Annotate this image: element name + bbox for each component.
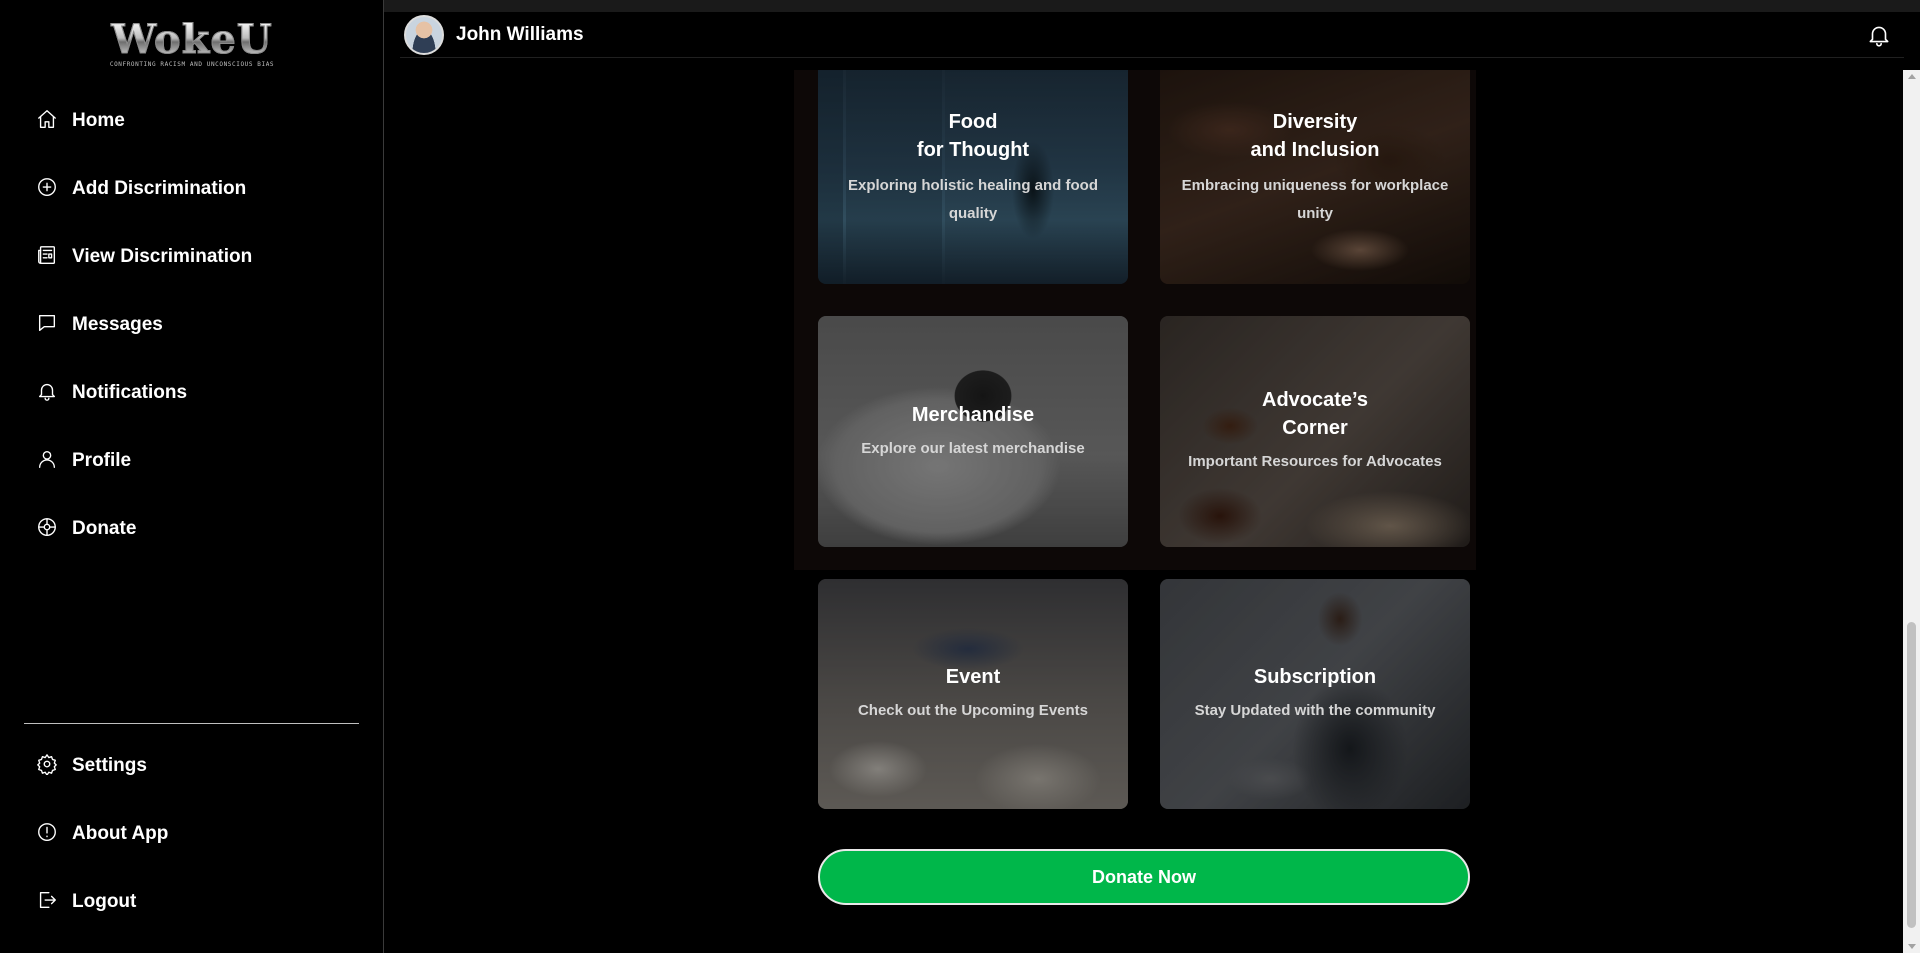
header-bar <box>400 12 1904 58</box>
scrollbar[interactable] <box>1903 70 1920 953</box>
sidebar-item-label: Logout <box>72 891 137 912</box>
sidebar-item-label: Profile <box>72 450 132 471</box>
card-subtitle: Important Resources for Advocates <box>1188 453 1442 470</box>
sidebar-item-settings[interactable]: Settings <box>36 749 147 783</box>
sidebar-item-profile[interactable]: Profile <box>36 444 131 478</box>
logo-tagline: CONFRONTING RACISM AND UNCONSCIOUS BIAS <box>109 61 275 68</box>
app-logo[interactable]: WokeU CONFRONTING RACISM AND UNCONSCIOUS… <box>104 19 280 68</box>
user-name[interactable]: John Williams <box>456 24 584 46</box>
card-title: Event <box>945 666 1001 688</box>
donate-now-button[interactable]: Donate Now <box>818 849 1470 905</box>
card-title: Advocate’s Corner <box>1262 389 1368 439</box>
avatar[interactable] <box>404 15 444 55</box>
bell-icon <box>36 380 58 407</box>
sidebar-item-label: Home <box>72 110 125 131</box>
sidebar-item-add-discrimination[interactable]: Add Discrimination <box>36 172 246 206</box>
gear-icon <box>36 753 58 780</box>
sidebar-item-label: Settings <box>72 755 147 776</box>
sidebar-item-label: Messages <box>72 314 163 335</box>
card-diversity-and-inclusion[interactable]: Diversity and Inclusion Embracing unique… <box>1160 70 1470 284</box>
card-subtitle: Exploring holistic healing and food qual… <box>847 177 1098 222</box>
sidebar-item-label: Notifications <box>72 382 188 403</box>
donate-icon <box>36 516 58 543</box>
sidebar-item-logout[interactable]: Logout <box>36 885 136 919</box>
top-header <box>384 0 1920 70</box>
sidebar: WokeU CONFRONTING RACISM AND UNCONSCIOUS… <box>0 0 384 953</box>
card-event[interactable]: Event Check out the Upcoming Events <box>818 579 1128 809</box>
card-subtitle: Embracing uniqueness for workplace unity <box>1181 177 1449 222</box>
card-subscription[interactable]: Subscription Stay Updated with the commu… <box>1160 579 1470 809</box>
sidebar-divider <box>24 723 359 724</box>
sidebar-item-label: Add Discrimination <box>72 178 247 199</box>
user-icon <box>36 448 58 475</box>
sidebar-item-view-discrimination[interactable]: View Discrimination <box>36 240 252 274</box>
logout-icon <box>36 889 58 916</box>
sidebar-item-messages[interactable]: Messages <box>36 308 163 342</box>
scroll-down-arrow-icon[interactable] <box>1908 944 1916 949</box>
card-title: Diversity and Inclusion <box>1250 111 1380 161</box>
sidebar-item-donate[interactable]: Donate <box>36 512 136 546</box>
sidebar-item-notifications[interactable]: Notifications <box>36 376 187 410</box>
card-title: Food for Thought <box>916 111 1030 161</box>
logo-text: WokeU <box>104 19 280 60</box>
sidebar-item-label: View Discrimination <box>72 246 253 267</box>
home-icon <box>36 108 58 135</box>
card-subtitle: Check out the Upcoming Events <box>857 702 1089 719</box>
plus-circle-icon <box>36 176 58 203</box>
sidebar-item-about-app[interactable]: About App <box>36 817 168 851</box>
sidebar-item-home[interactable]: Home <box>36 104 125 138</box>
card-title: Subscription <box>1253 666 1377 688</box>
message-icon <box>36 312 58 339</box>
scroll-thumb[interactable] <box>1907 622 1916 928</box>
sidebar-item-label: About App <box>72 823 169 844</box>
info-icon <box>36 821 58 848</box>
card-food-for-thought[interactable]: Food for Thought Exploring holistic heal… <box>818 70 1128 284</box>
card-subtitle: Explore our latest merchandise <box>861 440 1085 457</box>
newspaper-icon <box>36 244 58 271</box>
scroll-up-arrow-icon[interactable] <box>1908 74 1916 79</box>
card-title: Merchandise <box>911 404 1035 426</box>
card-advocates-corner[interactable]: Advocate’s Corner Important Resources fo… <box>1160 316 1470 547</box>
header-strip <box>384 0 1920 12</box>
bell-icon[interactable] <box>1866 22 1892 48</box>
sidebar-item-label: Donate <box>72 518 137 539</box>
card-subtitle: Stay Updated with the community <box>1194 702 1436 719</box>
card-merchandise[interactable]: Merchandise Explore our latest merchandi… <box>818 316 1128 547</box>
